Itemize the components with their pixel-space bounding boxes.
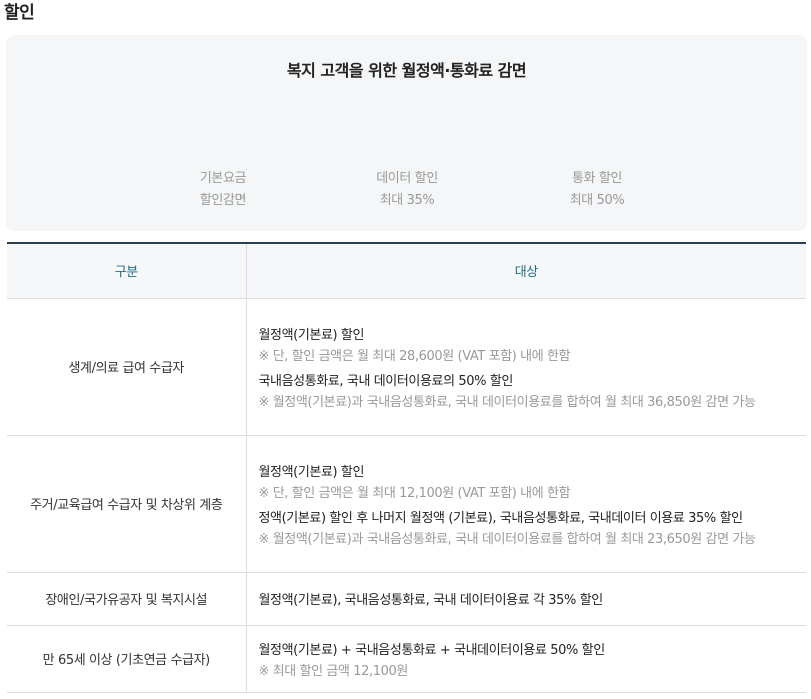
target-note-line: ※ 최대 할인 금액 12,100원 xyxy=(258,663,409,679)
table-row: 장애인/국가유공자 및 복지시설 월정액(기본료), 국내음성통화료, 국내 데… xyxy=(7,572,806,626)
benefit-data: 데이터 할인 최대 35% xyxy=(347,168,467,212)
benefit-value: 할인감면 xyxy=(199,193,247,208)
target-main-line: 월정액(기본료) 할인 xyxy=(258,464,365,480)
benefit-value: 최대 50% xyxy=(569,193,625,208)
benefit-label: 데이터 할인 xyxy=(376,171,438,186)
row-target: 월정액(기본료) + 국내음성통화료 + 국내데이터이용료 50% 할인 ※ 최… xyxy=(245,625,806,693)
benefit-call: 통화 할인 최대 50% xyxy=(537,168,657,212)
row-target: 월정액(기본료), 국내음성통화료, 국내 데이터이용료 각 35% 할인 xyxy=(245,572,806,626)
benefit-basic-fee: 기본요금 할인감면 xyxy=(163,168,283,212)
target-main-line: 월정액(기본료), 국내음성통화료, 국내 데이터이용료 각 35% 할인 xyxy=(258,593,604,608)
header-category: 구분 xyxy=(7,243,246,299)
page-title: 할인 xyxy=(4,3,35,23)
table-row: 만 65세 이상 (기초연금 수급자) 월정액(기본료) + 국내음성통화료 +… xyxy=(7,625,806,693)
target-main-line: 국내음성통화료, 국내 데이터이용료의 50% 할인 xyxy=(258,373,514,389)
table-header-row: 구분 대상 xyxy=(7,243,806,299)
header-target: 대상 xyxy=(245,243,806,299)
row-category: 만 65세 이상 (기초연금 수급자) xyxy=(7,625,246,693)
target-note-line: ※ 월정액(기본료)과 국내음성통화료, 국내 데이터이용료를 합하여 월 최대… xyxy=(258,531,756,547)
target-main-line: 정액(기본료) 할인 후 나머지 월정액 (기본료), 국내음성통화료, 국내데… xyxy=(258,510,744,526)
benefit-label: 통화 할인 xyxy=(572,171,622,186)
target-note-line: ※ 월정액(기본료)과 국내음성통화료, 국내 데이터이용료를 합하여 월 최대… xyxy=(258,394,756,410)
benefit-value: 최대 35% xyxy=(379,193,435,208)
target-main-line: 월정액(기본료) 할인 xyxy=(258,327,365,343)
row-category: 장애인/국가유공자 및 복지시설 xyxy=(7,572,246,626)
row-target: 월정액(기본료) 할인 ※ 단, 할인 금액은 월 최대 28,600원 (VA… xyxy=(245,298,806,436)
row-category: 생계/의료 급여 수급자 xyxy=(7,298,246,436)
table-row: 주거/교육급여 수급자 및 차상위 계층 월정액(기본료) 할인 ※ 단, 할인… xyxy=(7,435,806,573)
row-target: 월정액(기본료) 할인 ※ 단, 할인 금액은 월 최대 12,100원 (VA… xyxy=(245,435,806,573)
table-row: 생계/의료 급여 수급자 월정액(기본료) 할인 ※ 단, 할인 금액은 월 최… xyxy=(7,298,806,436)
target-note-line: ※ 단, 할인 금액은 월 최대 12,100원 (VAT 포함) 내에 한함 xyxy=(258,485,571,501)
discount-summary-box: 복지 고객을 위한 월정액·통화료 감면 기본요금 할인감면 데이터 할인 최대… xyxy=(6,35,807,231)
target-main-line: 월정액(기본료) + 국내음성통화료 + 국내데이터이용료 50% 할인 xyxy=(258,642,606,658)
eligibility-table: 구분 대상 생계/의료 급여 수급자 월정액(기본료) 할인 ※ 단, 할인 금… xyxy=(7,242,806,693)
summary-title: 복지 고객을 위한 월정액·통화료 감면 xyxy=(286,61,527,80)
row-category: 주거/교육급여 수급자 및 차상위 계층 xyxy=(7,435,246,573)
benefit-label: 기본요금 xyxy=(199,171,247,186)
target-note-line: ※ 단, 할인 금액은 월 최대 28,600원 (VAT 포함) 내에 한함 xyxy=(258,348,571,364)
